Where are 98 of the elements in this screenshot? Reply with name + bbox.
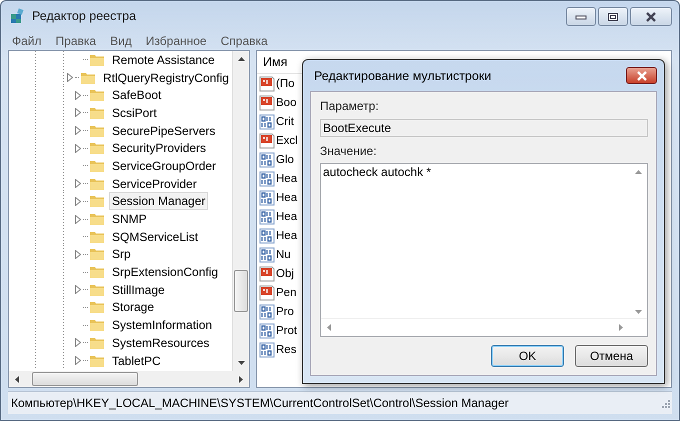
tree-item[interactable]: SrpExtensionConfig	[109, 263, 222, 282]
tree-item[interactable]: TabletPC	[109, 352, 164, 370]
value-name[interactable]: Prot	[276, 324, 298, 336]
value-name[interactable]: Boo	[276, 96, 296, 108]
folder-icon	[89, 265, 105, 280]
scroll-down-icon[interactable]	[238, 361, 244, 365]
folder-icon	[89, 247, 105, 262]
binary-value-icon	[259, 322, 275, 338]
folder-icon	[89, 106, 105, 120]
folder-icon	[89, 176, 105, 191]
tree-item[interactable]: Srp	[109, 245, 134, 264]
scroll-right-icon[interactable]	[239, 376, 243, 382]
value-name[interactable]: Glo	[276, 154, 294, 166]
folder-icon	[89, 141, 105, 156]
tree-item[interactable]: SystemInformation	[109, 316, 216, 334]
tree-item[interactable]: Remote Assistance	[109, 51, 218, 69]
binary-value-icon	[259, 170, 275, 186]
menu-item[interactable]: Вид	[110, 34, 132, 48]
folder-icon	[89, 52, 105, 67]
tree-item[interactable]: SecurityProviders	[109, 139, 210, 158]
binary-value-icon	[259, 152, 275, 168]
value-name[interactable]: Hea	[276, 192, 298, 204]
tree-item[interactable]: SQMServiceList	[109, 228, 202, 246]
cubes-icon	[10, 8, 26, 24]
tree-item[interactable]: SafeBoot	[109, 86, 164, 104]
scroll-thumb[interactable]	[234, 270, 248, 312]
value-label: Значение:	[320, 143, 378, 159]
maximize-button[interactable]	[598, 7, 628, 26]
tree-item[interactable]: SystemResources	[109, 334, 212, 352]
horizontal-scrollbar[interactable]	[9, 371, 249, 387]
folder-icon	[89, 354, 105, 368]
close-button[interactable]	[626, 67, 657, 84]
string-value-icon	[259, 94, 275, 110]
tree-item[interactable]: Storage	[109, 298, 158, 316]
binary-value-icon	[259, 342, 275, 358]
menu-item[interactable]: Правка	[56, 34, 96, 48]
value-name[interactable]: Hea	[276, 210, 298, 222]
vertical-scrollbar[interactable]	[232, 51, 249, 371]
value-name[interactable]: Crit	[276, 116, 294, 128]
value-name[interactable]: Pen	[276, 286, 296, 298]
value-name[interactable]: Excl	[276, 134, 298, 146]
ok-button[interactable]: OK	[491, 345, 564, 367]
menu-item[interactable]: Файл	[12, 34, 42, 48]
window-title: Редактор реестра	[32, 9, 136, 23]
binary-value-icon	[259, 208, 275, 224]
close-button[interactable]	[630, 7, 672, 26]
close-icon	[636, 70, 648, 80]
value-name[interactable]: Pro	[276, 306, 294, 318]
tree-item[interactable]: ServiceGroupOrder	[109, 156, 220, 175]
folder-icon	[89, 230, 105, 244]
status-path: Компьютер\HKEY_LOCAL_MACHINE\SYSTEM\CurrentControlSet\Control\Session Manager	[11, 396, 509, 410]
minimize-button[interactable]	[566, 7, 596, 26]
tree-item[interactable]: StillImage	[109, 280, 168, 299]
binary-value-icon	[259, 228, 275, 244]
folder-icon	[80, 70, 96, 85]
tree-item[interactable]: RtlQueryRegistryConfig	[100, 68, 232, 87]
binary-value-icon	[259, 190, 275, 206]
menu-item[interactable]: Справка	[220, 34, 268, 48]
resize-grip-icon[interactable]	[660, 398, 670, 408]
minimize-icon	[575, 14, 587, 20]
binary-value-icon	[259, 114, 275, 130]
tree-item[interactable]: SecurePipeServers	[109, 122, 218, 140]
string-value-icon	[259, 284, 275, 300]
folder-icon	[89, 336, 105, 350]
scroll-up-icon[interactable]	[238, 57, 244, 61]
folder-icon	[89, 318, 105, 332]
folder-icon	[89, 88, 105, 102]
value-name[interactable]: Hea	[276, 172, 298, 184]
scroll-thumb[interactable]	[32, 372, 138, 386]
folder-icon	[89, 300, 105, 314]
folder-icon	[89, 124, 105, 138]
string-value-icon	[259, 132, 275, 148]
value-name[interactable]: Nu	[276, 248, 291, 260]
binary-value-icon	[259, 304, 275, 320]
folder-icon	[89, 158, 105, 173]
tree-item[interactable]: ServiceProvider	[109, 174, 200, 193]
string-value-icon	[259, 266, 275, 282]
parameter-label: Параметр:	[320, 98, 380, 114]
cancel-button[interactable]: Отмена	[575, 345, 648, 367]
tree-item[interactable]: SNMP	[109, 210, 150, 228]
string-value-icon	[259, 76, 275, 92]
value-text: autocheck autochk *	[322, 164, 432, 181]
parameter-field[interactable]: BootExecute	[320, 119, 648, 137]
tree-item[interactable]: Session Manager	[109, 192, 208, 210]
value-name[interactable]: Obj	[276, 268, 294, 280]
tree-item[interactable]: ScsiPort	[109, 104, 160, 122]
scroll-left-icon[interactable]	[15, 376, 19, 382]
folder-icon	[89, 194, 105, 208]
value-name[interactable]: Hea	[276, 230, 298, 242]
folder-icon	[89, 282, 105, 297]
value-name[interactable]: (По	[276, 78, 294, 90]
dialog-title: Редактирование мультистроки	[314, 68, 492, 82]
menu-item[interactable]: Избранное	[146, 34, 207, 48]
folder-icon	[89, 212, 105, 226]
maximize-icon	[607, 12, 619, 22]
close-icon	[645, 12, 657, 22]
value-name[interactable]: Res	[276, 344, 296, 356]
binary-value-icon	[259, 246, 275, 262]
